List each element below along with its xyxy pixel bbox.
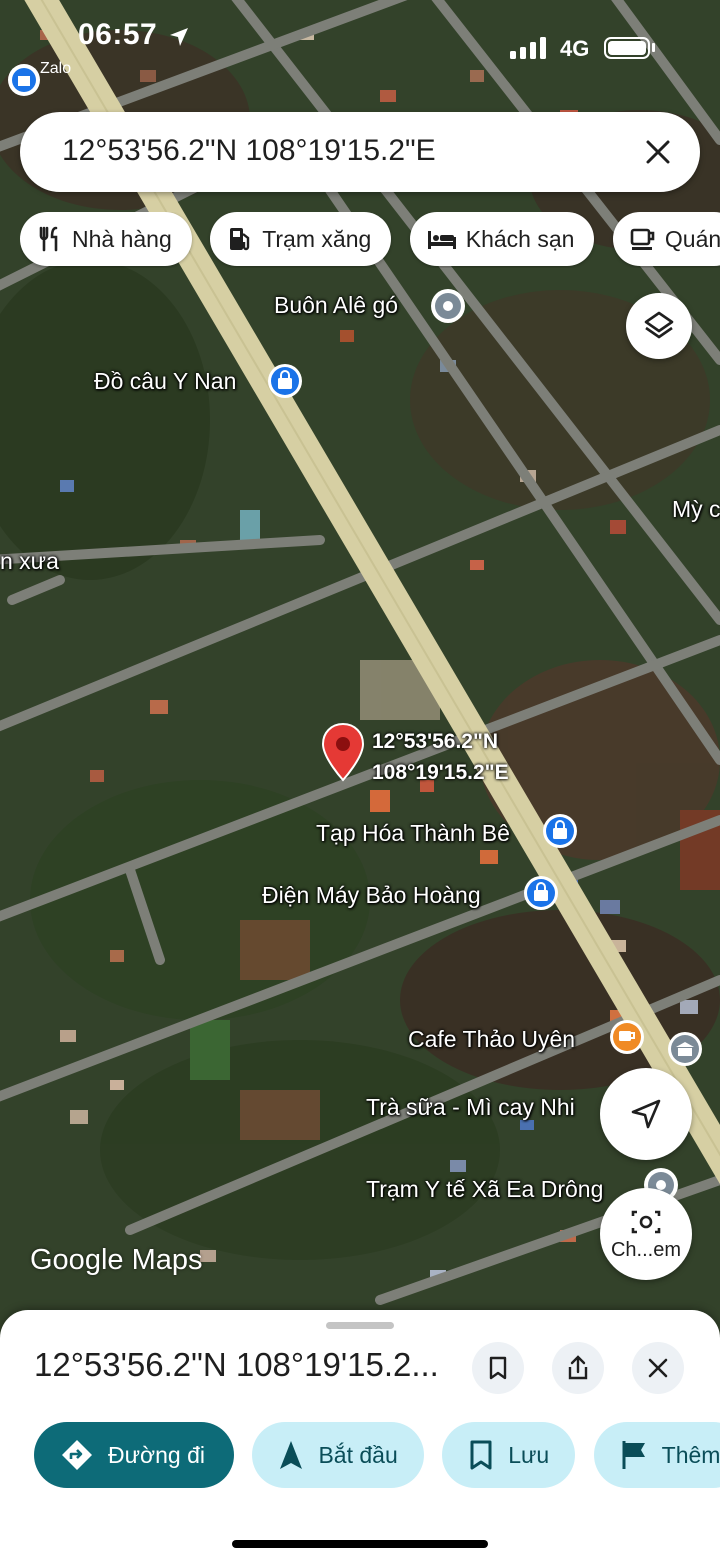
school-icon[interactable] [664, 1030, 706, 1072]
sheet-drag-handle[interactable] [326, 1322, 394, 1329]
search-bar[interactable]: 12°53'56.2"N 108°19'15.2"E [20, 112, 700, 192]
shopping-bag-icon[interactable] [539, 812, 581, 854]
poi-label[interactable]: Buôn Alê gó [274, 292, 398, 319]
layers-icon [644, 311, 674, 339]
pin-label-line1: 12°53'56.2"N [372, 730, 499, 753]
poi-label[interactable]: Mỳ c [672, 496, 720, 523]
navigation-arrow-icon [631, 1099, 661, 1129]
signal-icon [510, 37, 546, 59]
poi-label[interactable]: Điện Máy Bảo Hoàng [262, 882, 481, 909]
start-button[interactable]: Bắt đầu [252, 1422, 424, 1488]
category-chips: Nhà hàng Trạm xăng Khách sạn Quán [20, 212, 720, 268]
bookmark-icon [489, 1356, 507, 1380]
flag-icon [622, 1441, 645, 1469]
place-icon[interactable] [427, 287, 469, 329]
share-icon [568, 1355, 588, 1380]
place-title: 12°53'56.2"N 108°19'15.2... [34, 1346, 439, 1383]
poi-label[interactable]: Tạp Hóa Thành Bê [316, 820, 510, 847]
status-bar: 06:57 Zalo 4G [0, 0, 720, 80]
action-label: Đường đi [108, 1441, 205, 1468]
chip-label: Quán [664, 225, 720, 252]
action-label: Bắt đầu [318, 1441, 398, 1468]
pin-label-line2: 108°19'15.2"E [372, 761, 509, 784]
poi-label[interactable]: Trà sữa - Mì cay Nhi [366, 1094, 575, 1121]
place-bottom-sheet[interactable]: 12°53'56.2"N 108°19'15.2... Đường đi Bắt… [0, 1310, 720, 1560]
gas-station-icon [230, 228, 250, 251]
directions-button[interactable]: Đường đi [34, 1422, 234, 1488]
navigation-arrow-icon [280, 1441, 303, 1469]
dropped-pin-icon[interactable] [319, 722, 367, 786]
chip-label: Khách sạn [465, 225, 575, 252]
location-arrow-icon [170, 28, 188, 46]
shopping-bag-icon[interactable] [264, 362, 306, 404]
poi-label[interactable]: Đồ câu Y Nan [94, 368, 236, 395]
close-sheet-button[interactable] [632, 1342, 684, 1394]
action-label: Lưu [508, 1441, 550, 1468]
close-icon[interactable] [642, 136, 674, 168]
chip-label: Trạm xăng [262, 225, 372, 252]
cafe-icon[interactable] [606, 1018, 648, 1060]
network-type: 4G [560, 36, 590, 61]
battery-icon [604, 37, 650, 59]
google-maps-watermark: Google Maps [30, 1244, 203, 1276]
chip-gas-stations[interactable]: Trạm xăng [210, 212, 392, 266]
chip-hotels[interactable]: Khách sạn [409, 212, 595, 266]
poi-label[interactable]: Cafe Thảo Uyên [408, 1026, 575, 1053]
poi-label[interactable]: Trạm Y tế Xã Ea Drông [366, 1176, 603, 1203]
action-buttons: Đường đi Bắt đầu Lưu Thêm [34, 1422, 720, 1492]
cafe-icon [630, 228, 655, 250]
action-label: Thêm [661, 1441, 720, 1468]
zalo-back-icon[interactable] [6, 62, 42, 102]
back-to-app-label[interactable]: Zalo [40, 60, 71, 78]
more-button[interactable]: Thêm [593, 1422, 720, 1488]
poi-label[interactable]: n xưa [0, 548, 59, 575]
battery-nub [652, 43, 655, 52]
hotel-icon [427, 231, 456, 249]
chip-restaurants[interactable]: Nhà hàng [20, 212, 192, 266]
save-bookmark-button[interactable] [472, 1342, 524, 1394]
status-time: 06:57 [78, 18, 158, 51]
layers-button[interactable] [626, 293, 692, 359]
directions-icon [62, 1440, 92, 1470]
save-button[interactable]: Lưu [442, 1422, 576, 1488]
shopping-bag-icon[interactable] [520, 874, 562, 916]
bookmark-icon [470, 1440, 492, 1470]
share-button[interactable] [552, 1342, 604, 1394]
lens-label: Ch...em [610, 1238, 682, 1261]
search-input[interactable]: 12°53'56.2"N 108°19'15.2"E [62, 134, 436, 168]
pin-coordinates-label: 12°53'56.2"N 108°19'15.2"E [372, 726, 509, 788]
restaurant-icon [39, 226, 58, 252]
chip-cafes[interactable]: Quán [612, 212, 720, 266]
lens-button[interactable]: Ch...em [600, 1188, 692, 1280]
chip-label: Nhà hàng [72, 225, 172, 252]
navigate-button[interactable] [600, 1068, 692, 1160]
camera-lens-icon [631, 1210, 661, 1233]
home-indicator[interactable] [232, 1540, 488, 1548]
close-icon [648, 1358, 668, 1378]
